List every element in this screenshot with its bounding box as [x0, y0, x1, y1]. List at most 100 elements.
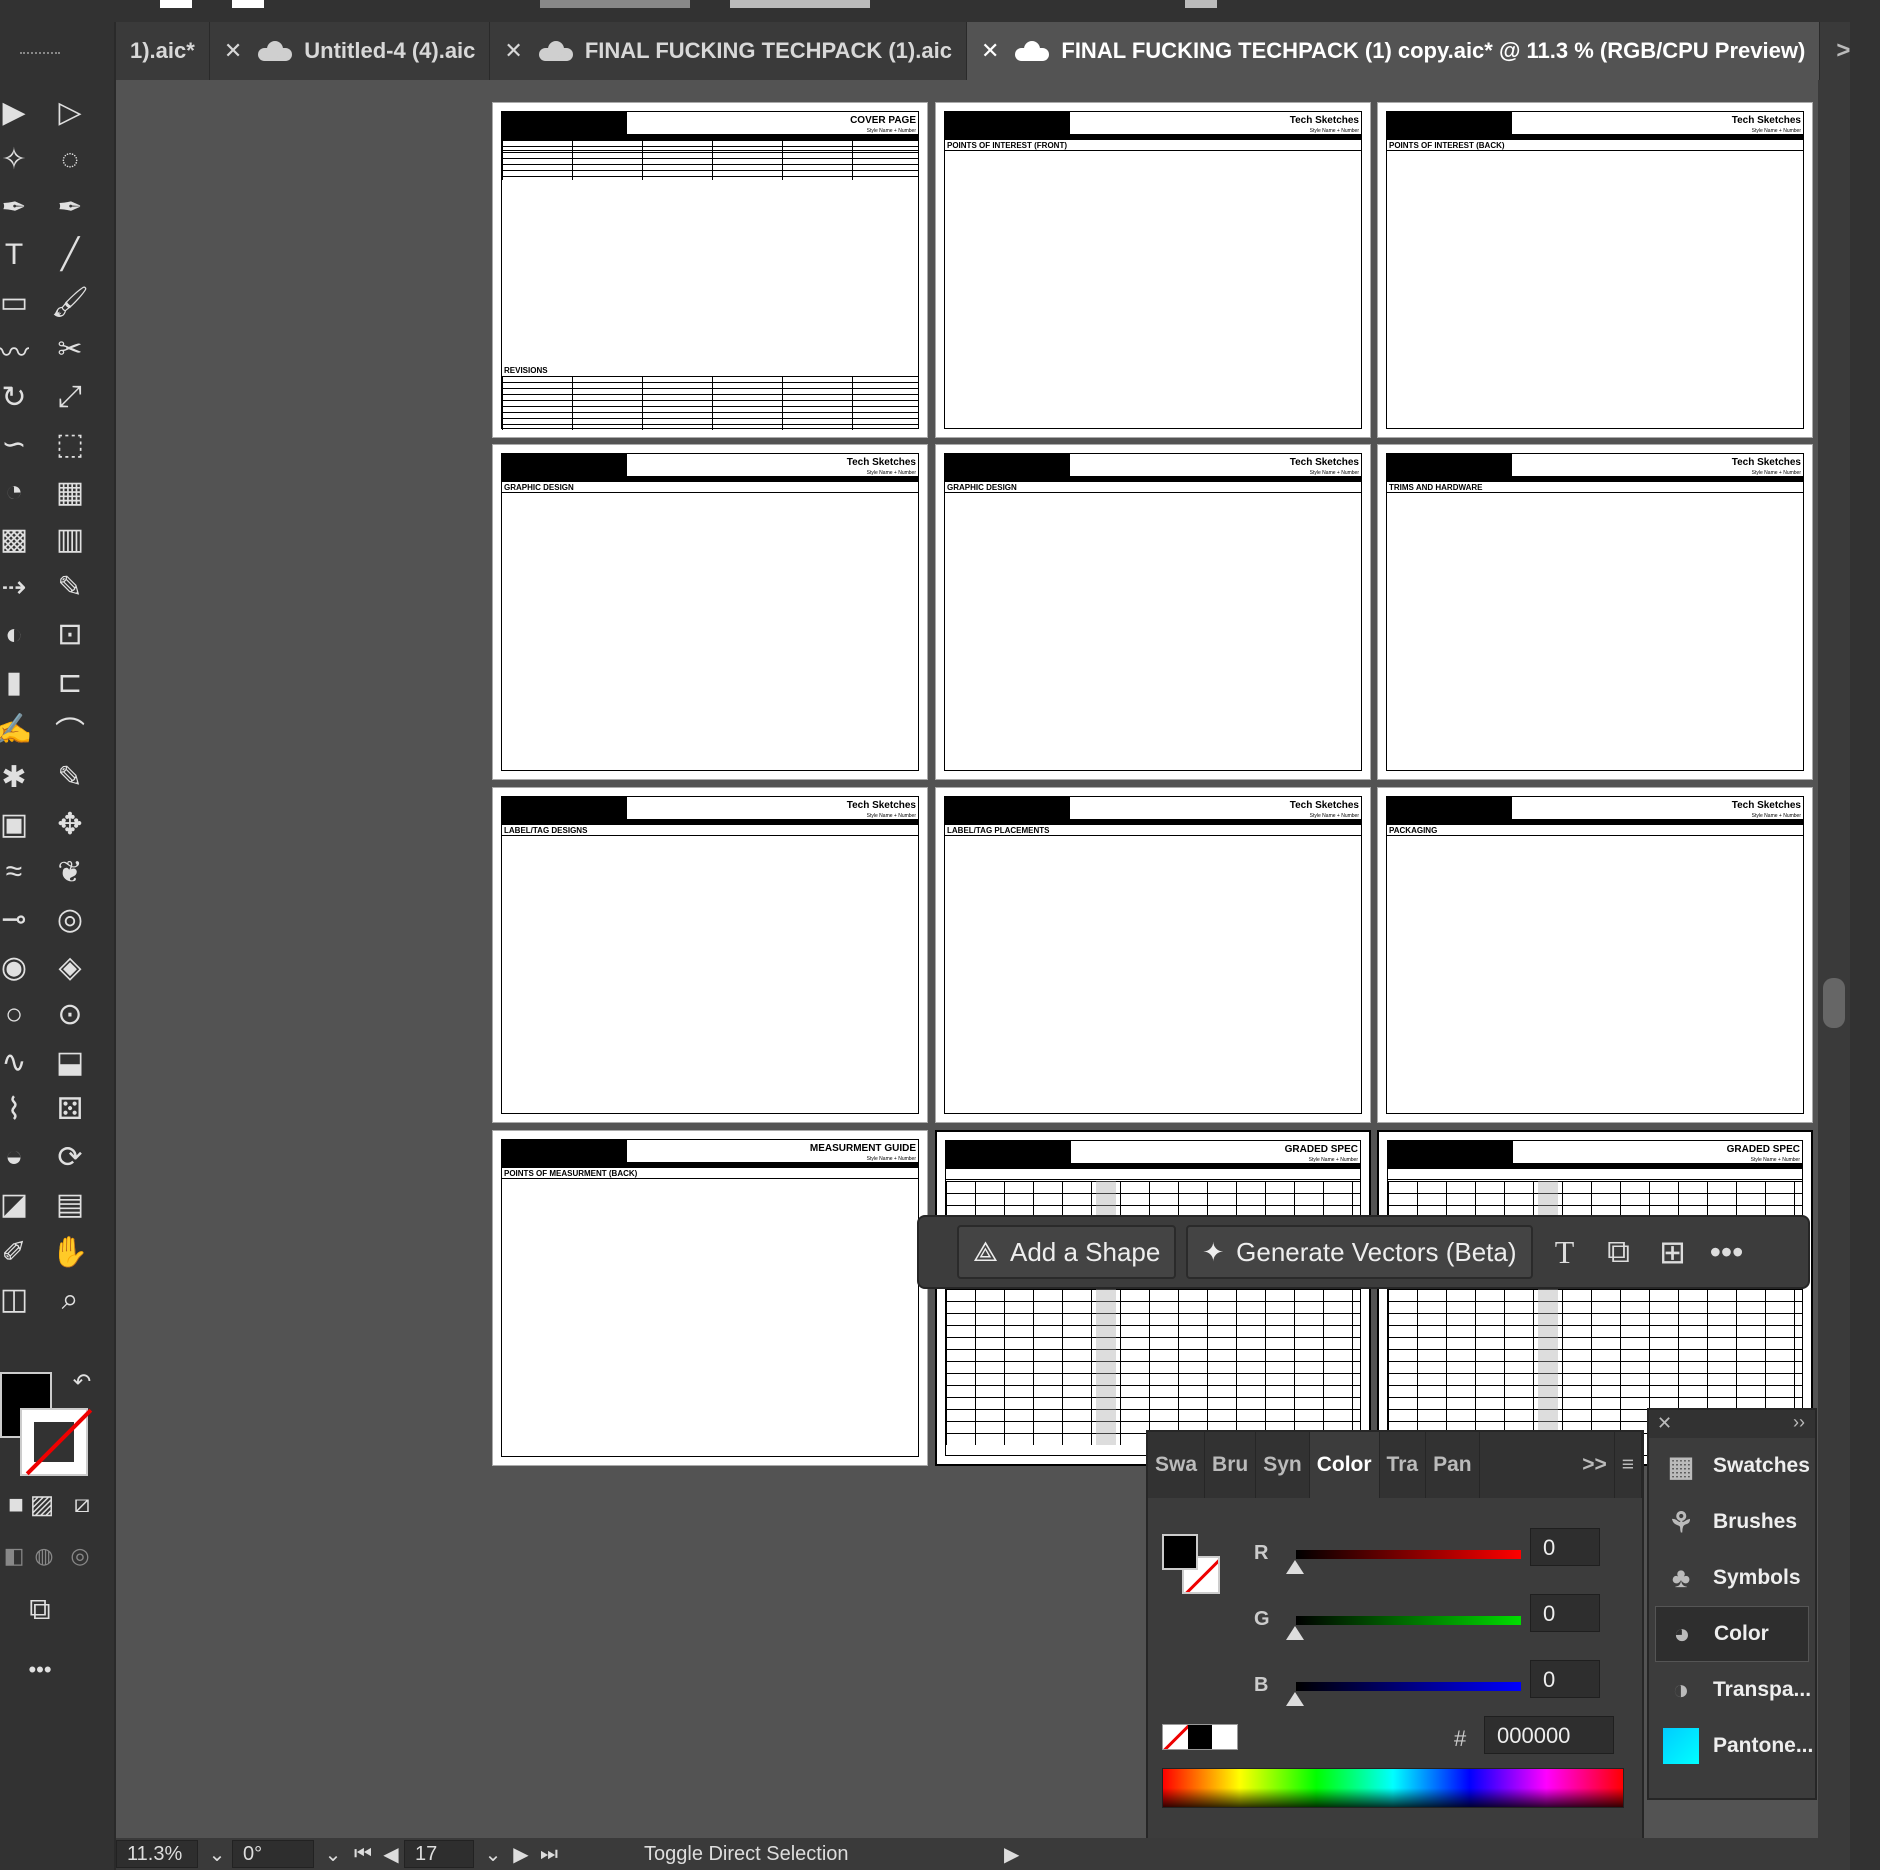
artboard-3[interactable]: Tech Sketches Style Name + Number POINTS O…	[1377, 102, 1813, 438]
dock-item-transparency[interactable]: ◑ Transpa...	[1649, 1662, 1815, 1718]
image-trace-tool-icon[interactable]: ▣	[0, 805, 34, 845]
g-value-input[interactable]: 0	[1530, 1594, 1600, 1632]
pathfinder-tool-icon[interactable]: ◈	[50, 947, 90, 987]
tab-close-icon[interactable]: ✕	[981, 38, 999, 64]
r-value-input[interactable]: 0	[1530, 1528, 1600, 1566]
symbol-sprayer-tool-icon[interactable]: ⊡	[50, 615, 90, 655]
color-panel-tab-3[interactable]: Color	[1309, 1432, 1380, 1498]
paintbrush-tool-icon[interactable]: 🖌	[50, 282, 90, 322]
tab-document-3[interactable]: ✕ FINAL FUCKING TECHPACK (1) copy.aic* @ …	[966, 22, 1821, 80]
type-icon[interactable]: T	[1543, 1230, 1587, 1274]
blend-tool-icon[interactable]: ◐	[0, 615, 34, 655]
rectangle-tool-icon[interactable]: ▭	[0, 282, 34, 322]
dock-item-pantone[interactable]: ▧ Pantone...	[1649, 1718, 1815, 1774]
tab-close-icon[interactable]: ✕	[504, 38, 522, 64]
r-slider-knob[interactable]	[1286, 1560, 1304, 1574]
artboard-icon[interactable]: ⧉	[1597, 1230, 1641, 1274]
draw-inside-icon[interactable]: ◎	[60, 1536, 100, 1576]
perspective-grid-tool-icon[interactable]: ▦	[50, 472, 90, 512]
dock-collapse-icon[interactable]: ››	[1793, 1412, 1805, 1433]
place-image-icon[interactable]: ⊞	[1651, 1230, 1695, 1274]
dock-item-symbols[interactable]: ♣ Symbols	[1649, 1550, 1815, 1606]
type-tool-icon[interactable]: T	[0, 235, 34, 275]
pen-tool-icon[interactable]: ✒	[0, 187, 34, 227]
artboard-4[interactable]: Tech Sketches Style Name + Number GRAPHIC …	[492, 444, 928, 780]
lasso-tool-icon[interactable]: ◌	[50, 140, 90, 180]
tab-document-0[interactable]: 1).aic*	[116, 22, 210, 80]
hand-tool-icon[interactable]: ✋	[50, 1232, 90, 1272]
live-paint-tool-icon[interactable]: ⬓	[50, 1042, 90, 1082]
artboard-8[interactable]: Tech Sketches Style Name + Number LABEL/TA…	[935, 787, 1371, 1123]
slice-tool-icon[interactable]: ◪	[0, 1185, 34, 1225]
puppet-warp-tool-icon[interactable]: ✱	[0, 757, 34, 797]
color-panel-tab-5[interactable]: Pan	[1426, 1432, 1480, 1498]
add-shape-button[interactable]: ⟁ Add a Shape	[957, 1225, 1177, 1279]
rotation-field[interactable]: 0°	[232, 1840, 314, 1868]
artboard-5[interactable]: Tech Sketches Style Name + Number GRAPHIC …	[935, 444, 1371, 780]
b-slider-knob[interactable]	[1286, 1692, 1304, 1706]
artboard-6[interactable]: Tech Sketches Style Name + Number TRIMS AN…	[1377, 444, 1813, 780]
twirl-tool-icon[interactable]: ⟳	[50, 1137, 90, 1177]
gradient-mode-icon[interactable]: ▨	[22, 1484, 62, 1524]
artboard-1[interactable]: COVER PAGE Style Name + Number REVISIONS	[492, 102, 928, 438]
mesh-tool-icon[interactable]: ▩	[0, 520, 34, 560]
swap-fill-stroke-icon[interactable]: ↶	[62, 1362, 102, 1402]
color-spectrum[interactable]	[1162, 1768, 1624, 1808]
ellipse-tool-icon[interactable]: ○	[0, 995, 34, 1035]
none-mode-icon[interactable]: ⧄	[62, 1484, 102, 1524]
artboard-2[interactable]: Tech Sketches Style Name + Number POINTS O…	[935, 102, 1371, 438]
last-artboard-icon[interactable]: ⏭	[534, 1843, 564, 1866]
panel-grip[interactable]	[20, 52, 60, 56]
artboard-7[interactable]: Tech Sketches Style Name + Number LABEL/TA…	[492, 787, 928, 1123]
shape-builder-tool-icon[interactable]: ◔	[0, 472, 34, 512]
scale-tool-icon[interactable]: ⤢	[50, 377, 90, 417]
artboard-11[interactable]: GRADED SPEC Style Name + Number	[935, 1130, 1371, 1466]
panel-menu-icon[interactable]: ≡	[1615, 1432, 1642, 1498]
none-black-white-swatches[interactable]	[1162, 1724, 1238, 1750]
selection-tool-icon[interactable]: ▶	[0, 92, 34, 132]
control-field[interactable]	[730, 0, 870, 8]
magic-wand-tool-icon[interactable]: ✧	[0, 140, 34, 180]
status-menu-icon[interactable]: ▶	[1004, 1842, 1019, 1867]
artboard-number-field[interactable]: 17	[404, 1840, 474, 1868]
rotate-tool-icon[interactable]: ↻	[0, 377, 34, 417]
g-slider-knob[interactable]	[1286, 1626, 1304, 1640]
prev-artboard-icon[interactable]: ◀	[378, 1842, 404, 1867]
measure-tool-icon[interactable]: ✎	[50, 567, 90, 607]
stroke-swatch-mini[interactable]	[232, 0, 264, 8]
line-tool-icon[interactable]: ╱	[50, 235, 90, 275]
crop-tool-icon[interactable]: ✥	[50, 805, 90, 845]
control-field[interactable]	[1185, 0, 1217, 8]
next-artboard-icon[interactable]: ▶	[508, 1842, 534, 1867]
more-options-icon[interactable]: •••	[1705, 1230, 1749, 1274]
knife-tool-icon[interactable]: ⊸	[0, 900, 34, 940]
artboard-tool-icon[interactable]: ⊏	[50, 662, 90, 702]
lasso-select-tool-icon[interactable]: ⌒	[50, 710, 90, 750]
zoom-field[interactable]: 11.3%	[116, 1840, 198, 1868]
artboard-10[interactable]: MEASURMENT GUIDE Style Name + Number POINT…	[492, 1130, 928, 1466]
zoom-dropdown-icon[interactable]: ⌄	[202, 1842, 232, 1867]
eraser-tool-icon[interactable]: ◫	[0, 1280, 34, 1320]
warp-tool-icon[interactable]: ∽	[0, 425, 34, 465]
b-slider[interactable]	[1296, 1682, 1521, 1691]
hex-input[interactable]: 000000	[1484, 1716, 1614, 1754]
smooth-tool-icon[interactable]: ∿	[0, 1042, 34, 1082]
r-slider[interactable]	[1296, 1550, 1521, 1559]
dock-item-swatches[interactable]: ▦ Swatches	[1649, 1438, 1815, 1494]
rotation-dropdown-icon[interactable]: ⌄	[318, 1842, 348, 1867]
tab-close-icon[interactable]: ✕	[224, 38, 242, 64]
butterfly-tool-icon[interactable]: ❦	[50, 852, 90, 892]
tab-document-2[interactable]: ✕ FINAL FUCKING TECHPACK (1).aic	[490, 22, 967, 80]
ruler-tool-icon[interactable]: ▤	[50, 1185, 90, 1225]
width-tool-icon[interactable]: ≈	[0, 852, 34, 892]
artboard-9[interactable]: Tech Sketches Style Name + Number PACKAGIN…	[1377, 787, 1813, 1123]
shape-tool-icon[interactable]: ◒	[0, 1137, 34, 1177]
scissors-tool-icon[interactable]: ✂	[50, 330, 90, 370]
first-artboard-icon[interactable]: ⏮	[348, 1843, 378, 1866]
g-slider[interactable]	[1296, 1616, 1521, 1625]
glasses-tool-icon[interactable]: ⊙	[50, 995, 90, 1035]
dock-item-brushes[interactable]: ⚘ Brushes	[1649, 1494, 1815, 1550]
edit-toolbar-icon[interactable]: •••	[20, 1650, 60, 1690]
color-panel-tab-4[interactable]: Tra	[1380, 1432, 1427, 1498]
dice-tool-icon[interactable]: ⚄	[50, 1090, 90, 1130]
